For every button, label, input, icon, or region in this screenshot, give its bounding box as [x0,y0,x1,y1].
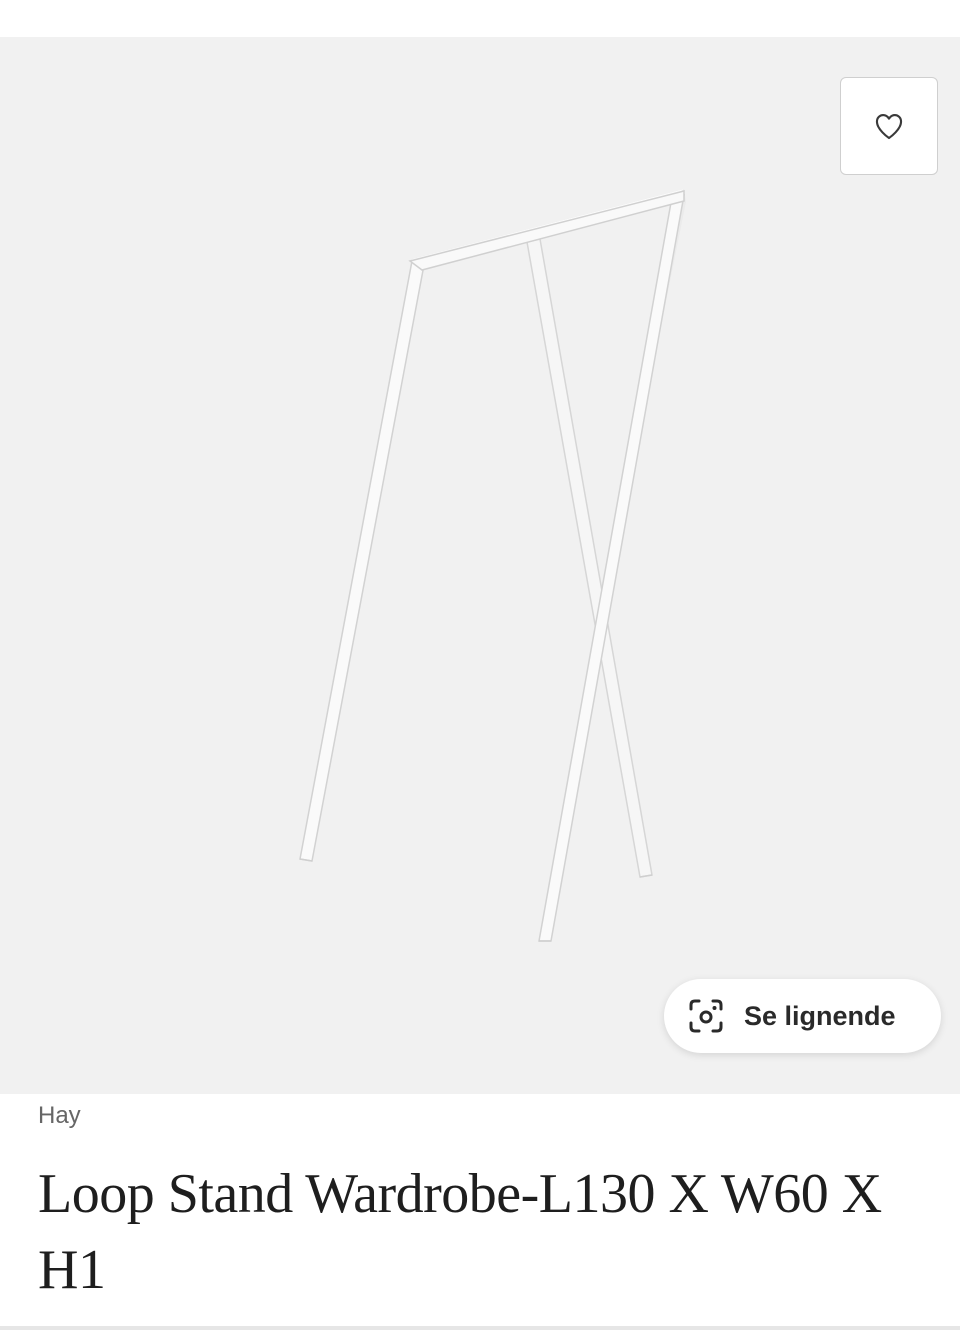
heart-outline-icon [875,114,903,140]
product-brand[interactable]: Hay [38,1102,81,1130]
product-image [299,189,686,942]
loop-stand-wardrobe-frame [299,189,686,942]
visual-search-button[interactable]: Se lignende [664,979,941,1053]
product-image-panel[interactable]: Se lignende [0,37,960,1094]
visual-search-label: Se lignende [744,1000,896,1031]
divider [0,1326,960,1330]
product-title: Loop Stand Wardrobe-L130 X W60 X H1 [38,1163,882,1301]
product-page: Se lignende Hay Loop Stand Wardrobe-L130… [0,0,960,1330]
visual-search-icon [689,999,723,1033]
favorite-button[interactable] [840,77,938,175]
